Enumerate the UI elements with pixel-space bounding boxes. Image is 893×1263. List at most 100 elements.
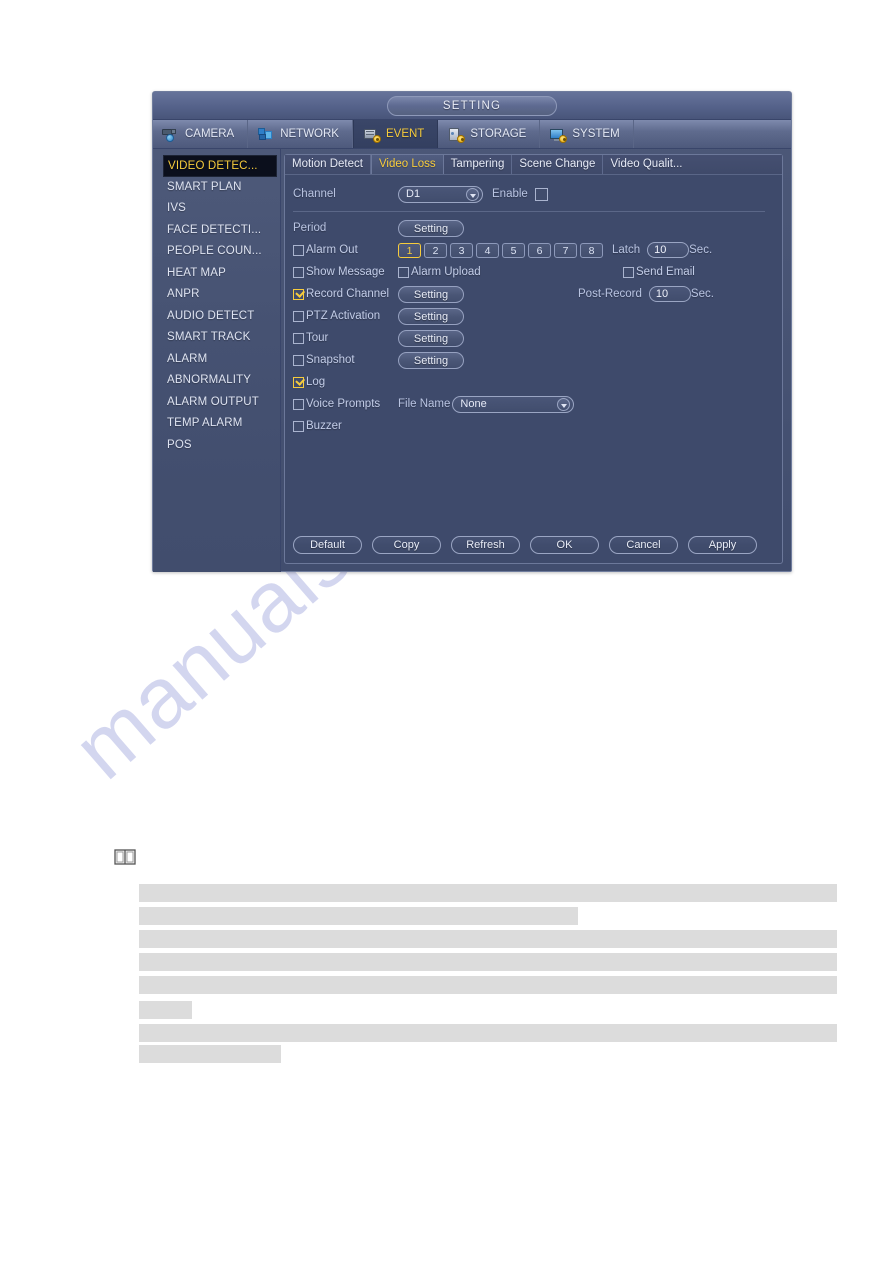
alarm-upload-checkbox-wrap[interactable]: Alarm Upload (398, 266, 623, 278)
redacted-bar (139, 930, 837, 948)
copy-button[interactable]: Copy (372, 536, 441, 554)
alarm-out-box-5[interactable]: 5 (502, 242, 525, 258)
voice-prompts-checkbox-wrap[interactable]: Voice Prompts (293, 398, 398, 410)
period-setting-button[interactable]: Setting (398, 219, 464, 237)
log-checkbox-wrap[interactable]: Log (293, 376, 325, 388)
period-label: Period (293, 222, 327, 234)
file-name-select[interactable]: None (452, 395, 575, 413)
tab-event[interactable]: EVENT (352, 120, 439, 148)
dialog-body: VIDEO DETEC... SMART PLAN IVS FACE DETEC… (153, 149, 791, 572)
ptz-checkbox-wrap[interactable]: PTZ Activation (293, 310, 398, 322)
post-record-unit: Sec. (690, 288, 714, 300)
snapshot-checkbox[interactable] (293, 354, 304, 366)
voice-prompts-label: Voice Prompts (306, 398, 381, 410)
alarm-out-box-1[interactable]: 1 (398, 242, 421, 258)
tab-system[interactable]: SYSTEM (540, 120, 634, 148)
sidebar-item-people-counting[interactable]: PEOPLE COUN... (153, 241, 280, 263)
sidebar-item-smart-track[interactable]: SMART TRACK (153, 327, 280, 349)
alarm-upload-label: Alarm Upload (411, 266, 481, 278)
subtab-tampering[interactable]: Tampering (444, 155, 513, 174)
subtab-scene-change[interactable]: Scene Change (512, 155, 604, 174)
send-email-checkbox[interactable] (623, 266, 634, 278)
sidebar-item-face-detection[interactable]: FACE DETECTI... (153, 220, 280, 242)
alarm-out-box-8[interactable]: 8 (580, 242, 603, 258)
row-log: Log (293, 371, 782, 393)
alarm-upload-checkbox[interactable] (398, 266, 409, 278)
sidebar-item-ivs[interactable]: IVS (153, 198, 280, 220)
tab-network[interactable]: NETWORK (248, 120, 353, 148)
sub-tabs: Motion Detect Video Loss Tampering Scene… (285, 155, 782, 175)
buzzer-checkbox[interactable] (293, 420, 304, 432)
alarm-out-box-4[interactable]: 4 (476, 242, 499, 258)
sidebar-item-audio-detect[interactable]: AUDIO DETECT (153, 306, 280, 328)
log-checkbox[interactable] (293, 376, 304, 388)
enable-checkbox[interactable] (534, 187, 548, 201)
dialog-titlebar: SETTING (153, 92, 791, 120)
sidebar-item-heat-map[interactable]: HEAT MAP (153, 263, 280, 285)
row-snapshot: Snapshot Setting (293, 349, 782, 371)
buzzer-label: Buzzer (306, 420, 342, 432)
redacted-bar (139, 1045, 281, 1063)
subtab-motion-detect[interactable]: Motion Detect (285, 155, 371, 174)
camera-globe-icon (162, 127, 179, 142)
page-root: SETTING CAMERA NETWORK EVENT STORAGE SYS… (0, 0, 893, 1263)
subtab-video-loss[interactable]: Video Loss (370, 155, 444, 174)
alarm-out-box-7[interactable]: 7 (554, 242, 577, 258)
tour-checkbox-wrap[interactable]: Tour (293, 332, 398, 344)
ptz-setting-button[interactable]: Setting (398, 307, 464, 325)
tour-setting-button[interactable]: Setting (398, 329, 464, 347)
sidebar-item-alarm[interactable]: ALARM (153, 349, 280, 371)
cancel-button[interactable]: Cancel (609, 536, 678, 554)
tour-label: Tour (306, 332, 329, 344)
record-channel-setting-button[interactable]: Setting (398, 285, 464, 303)
setting-dialog: SETTING CAMERA NETWORK EVENT STORAGE SYS… (152, 91, 792, 572)
record-channel-checkbox-wrap[interactable]: Record Channel (293, 288, 398, 300)
row-ptz-activation: PTZ Activation Setting (293, 305, 782, 327)
send-email-checkbox-wrap[interactable]: Send Email (623, 266, 695, 278)
row-channel: Channel D1 Enable (293, 183, 782, 205)
snapshot-checkbox-wrap[interactable]: Snapshot (293, 354, 398, 366)
sidebar-item-anpr[interactable]: ANPR (153, 284, 280, 306)
alarm-out-checkbox[interactable] (293, 244, 304, 256)
alarm-out-box-6[interactable]: 6 (528, 242, 551, 258)
log-label: Log (306, 376, 326, 388)
redacted-bar (139, 976, 837, 994)
subtab-video-quality[interactable]: Video Qualit... (603, 155, 689, 174)
alarm-out-checkbox-wrap[interactable]: Alarm Out (293, 244, 398, 256)
ptz-activation-checkbox[interactable] (293, 310, 304, 322)
row-record-channel: Record Channel Setting Post-Record 10 Se… (293, 283, 782, 305)
snapshot-setting-button[interactable]: Setting (398, 351, 464, 369)
tab-storage[interactable]: STORAGE (438, 120, 541, 148)
sidebar-item-smart-plan[interactable]: SMART PLAN (153, 177, 280, 199)
sidebar-item-abnormality[interactable]: ABNORMALITY (153, 370, 280, 392)
file-name-label: File Name (398, 398, 451, 410)
sidebar: VIDEO DETEC... SMART PLAN IVS FACE DETEC… (153, 149, 281, 572)
post-record-input[interactable]: 10 (648, 286, 691, 302)
channel-select-value: D1 (406, 188, 421, 200)
sidebar-item-temp-alarm[interactable]: TEMP ALARM (153, 413, 280, 435)
voice-prompts-checkbox[interactable] (293, 398, 304, 410)
default-button[interactable]: Default (293, 536, 362, 554)
apply-button[interactable]: Apply (688, 536, 757, 554)
refresh-button[interactable]: Refresh (451, 536, 520, 554)
settings-panel: Motion Detect Video Loss Tampering Scene… (284, 154, 783, 564)
channel-select[interactable]: D1 (398, 185, 483, 203)
alarm-out-box-2[interactable]: 2 (424, 242, 447, 258)
tour-checkbox[interactable] (293, 332, 304, 344)
row-buzzer: Buzzer (293, 415, 782, 437)
sidebar-item-pos[interactable]: POS (153, 435, 280, 457)
file-name-select-value: None (460, 398, 487, 410)
latch-label: Latch (612, 244, 641, 256)
show-message-checkbox-wrap[interactable]: Show Message (293, 266, 398, 278)
latch-input[interactable]: 10 (647, 242, 690, 258)
sidebar-item-alarm-output[interactable]: ALARM OUTPUT (153, 392, 280, 414)
tab-camera-label: CAMERA (185, 128, 235, 140)
show-message-checkbox[interactable] (293, 266, 304, 278)
ok-button[interactable]: OK (530, 536, 599, 554)
sidebar-item-video-detect[interactable]: VIDEO DETEC... (163, 155, 277, 177)
alarm-out-box-3[interactable]: 3 (450, 242, 473, 258)
buzzer-checkbox-wrap[interactable]: Buzzer (293, 420, 342, 432)
record-channel-label: Record Channel (306, 288, 390, 300)
record-channel-checkbox[interactable] (293, 288, 304, 300)
tab-camera[interactable]: CAMERA (153, 120, 249, 148)
